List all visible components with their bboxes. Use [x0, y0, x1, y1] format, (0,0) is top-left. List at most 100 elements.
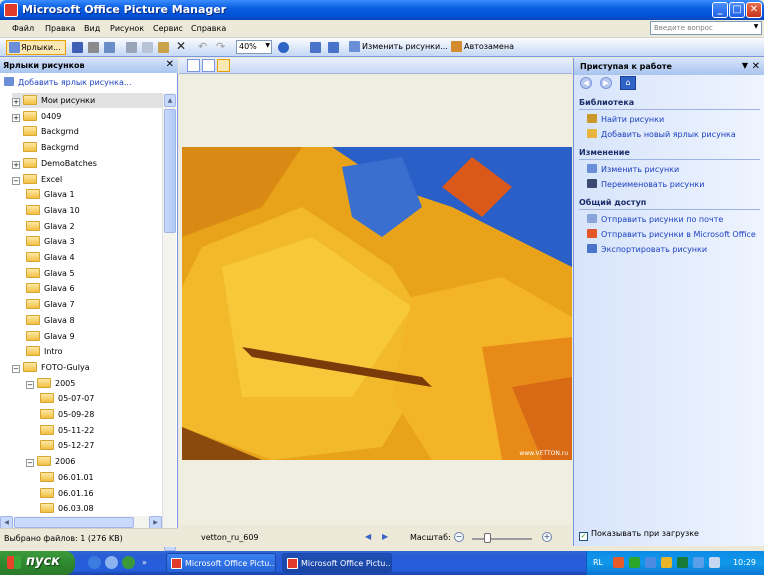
chevron-down-icon[interactable]: ▼	[752, 23, 760, 33]
add-new-shortcut-link[interactable]: Добавить новый ярлык рисунка	[587, 129, 736, 139]
tray-app-icon[interactable]	[629, 557, 640, 568]
menu-view[interactable]: Вид	[84, 24, 100, 33]
shortcuts-button[interactable]: Ярлыки...	[6, 40, 66, 55]
tree-node[interactable]: 05-07-07	[40, 391, 162, 406]
collapse-icon[interactable]: −	[26, 459, 34, 468]
tree-node[interactable]: Glava 2	[26, 219, 162, 234]
maximize-button[interactable]: □	[729, 2, 745, 18]
tree-node[interactable]: Intro	[26, 344, 162, 359]
zoom-in-icon[interactable]: +	[542, 532, 552, 542]
copy-icon[interactable]	[142, 42, 153, 53]
print-icon[interactable]	[88, 42, 99, 53]
collapse-icon[interactable]: −	[12, 176, 20, 185]
menu-tools[interactable]: Сервис	[153, 24, 183, 33]
previous-picture-icon[interactable]: ◀	[365, 532, 371, 541]
redo-icon[interactable]: ↷	[216, 41, 227, 53]
expand-icon[interactable]: +	[12, 113, 20, 122]
taskbar-item-picture-manager-2[interactable]: Microsoft Office Pictu...	[282, 553, 392, 573]
checkmark-icon[interactable]: ✓	[579, 532, 588, 541]
tree-node[interactable]: Backgrnd	[12, 124, 162, 139]
email-pictures-link[interactable]: Отправить рисунки по почте	[587, 214, 723, 224]
tray-app-icon[interactable]	[709, 557, 720, 568]
start-button[interactable]: пуск	[0, 551, 75, 575]
single-picture-view-icon[interactable]	[217, 59, 230, 72]
forward-icon[interactable]: ▶	[600, 77, 612, 89]
expand-icon[interactable]: +	[12, 160, 20, 169]
tree-node[interactable]: Glava 7	[26, 297, 162, 312]
vertical-scrollbar[interactable]: ▲ ▼	[162, 93, 176, 551]
tree-node[interactable]: − Excel	[12, 172, 162, 187]
rotate-right-icon[interactable]	[328, 42, 339, 53]
rotate-left-icon[interactable]	[310, 42, 321, 53]
internet-explorer-icon[interactable]	[88, 556, 101, 569]
email-icon[interactable]	[104, 42, 115, 53]
show-desktop-icon[interactable]	[105, 556, 118, 569]
show-on-startup-checkbox[interactable]: ✓ Показывать при загрузке	[579, 529, 699, 541]
tray-volume-icon[interactable]	[693, 557, 704, 568]
language-indicator[interactable]: RL	[593, 558, 603, 567]
tree-node[interactable]: Glava 3	[26, 234, 162, 249]
tray-app-icon[interactable]	[613, 557, 624, 568]
quick-launch-expand-icon[interactable]: »	[142, 559, 148, 567]
zoom-slider[interactable]	[472, 538, 532, 540]
title-bar[interactable]: Microsoft Office Picture Manager _ □ ✕	[0, 0, 764, 20]
tree-node[interactable]: Glava 9	[26, 329, 162, 344]
find-pictures-link[interactable]: Найти рисунки	[587, 114, 664, 124]
export-pictures-link[interactable]: Экспортировать рисунки	[587, 244, 707, 254]
tree-node[interactable]: 06.01.16	[40, 486, 162, 501]
taskbar-item-picture-manager-1[interactable]: Microsoft Office Pictu...	[166, 553, 276, 573]
tree-node[interactable]: 06.03.08	[40, 501, 162, 514]
close-icon[interactable]: ✕	[166, 59, 174, 70]
expand-icon[interactable]: +	[12, 98, 20, 106]
menu-help[interactable]: Справка	[191, 24, 226, 33]
back-icon[interactable]: ◀	[580, 77, 592, 89]
menu-picture[interactable]: Рисунок	[110, 24, 144, 33]
tree-node[interactable]: Glava 1	[26, 187, 162, 202]
save-icon[interactable]	[72, 42, 83, 53]
tree-node[interactable]: + Мои рисунки	[12, 93, 162, 108]
tree-node[interactable]: Glava 8	[26, 313, 162, 328]
tree-node[interactable]: 05-09-28	[40, 407, 162, 422]
edit-pictures-button[interactable]: Изменить рисунки...	[348, 40, 448, 55]
tree-node[interactable]: − FOTO-Gulya	[12, 360, 162, 375]
cut-icon[interactable]	[126, 42, 137, 53]
tray-network-icon[interactable]	[645, 557, 656, 568]
close-icon[interactable]: ✕	[752, 61, 760, 72]
filmstrip-view-icon[interactable]	[202, 59, 215, 72]
zoom-slider-thumb[interactable]	[484, 533, 491, 543]
menu-edit[interactable]: Правка	[45, 24, 75, 33]
thumbnail-view-icon[interactable]	[187, 59, 200, 72]
scrollbar-thumb[interactable]	[14, 517, 134, 528]
rename-pictures-link[interactable]: Переименовать рисунки	[587, 179, 704, 189]
collapse-icon[interactable]: −	[26, 380, 34, 389]
edit-pictures-link[interactable]: Изменить рисунки	[587, 164, 679, 174]
tree-node[interactable]: + DemoBatches	[12, 156, 162, 171]
tree-node[interactable]: Glava 5	[26, 266, 162, 281]
collapse-icon[interactable]: −	[12, 364, 20, 373]
close-button[interactable]: ✕	[746, 2, 762, 18]
paste-icon[interactable]	[158, 42, 169, 53]
home-icon[interactable]: ⌂	[620, 76, 636, 90]
next-picture-icon[interactable]: ▶	[382, 532, 388, 541]
zoom-combo[interactable]: 40% ▼	[236, 40, 272, 54]
delete-icon[interactable]: ✕	[176, 40, 187, 52]
scroll-up-icon[interactable]: ▲	[164, 94, 176, 107]
tree-node[interactable]: − 2005	[26, 376, 162, 391]
send-to-office-link[interactable]: Отправить рисунки в Microsoft Office	[587, 229, 756, 239]
tree-node[interactable]: − 2006	[26, 454, 162, 469]
tree-node[interactable]: Backgrnd	[12, 140, 162, 155]
undo-icon[interactable]: ↶	[198, 41, 209, 53]
tree-node[interactable]: +0409	[12, 109, 162, 124]
help-icon[interactable]	[278, 42, 289, 53]
tree-node[interactable]: Glava 4	[26, 250, 162, 265]
chevron-down-icon[interactable]: ▼	[742, 61, 748, 70]
help-search-input[interactable]: Введите вопрос ▼	[650, 21, 762, 35]
tree-node[interactable]: Glava 6	[26, 281, 162, 296]
chevron-down-icon[interactable]: ▼	[265, 42, 270, 49]
zoom-out-icon[interactable]: −	[454, 532, 464, 542]
tree-node[interactable]: 05-12-27	[40, 438, 162, 453]
media-player-icon[interactable]	[122, 556, 135, 569]
menu-file[interactable]: Файл	[12, 24, 34, 33]
tree-node[interactable]: 06.01.01	[40, 470, 162, 485]
tree-node[interactable]: Glava 10	[26, 203, 162, 218]
